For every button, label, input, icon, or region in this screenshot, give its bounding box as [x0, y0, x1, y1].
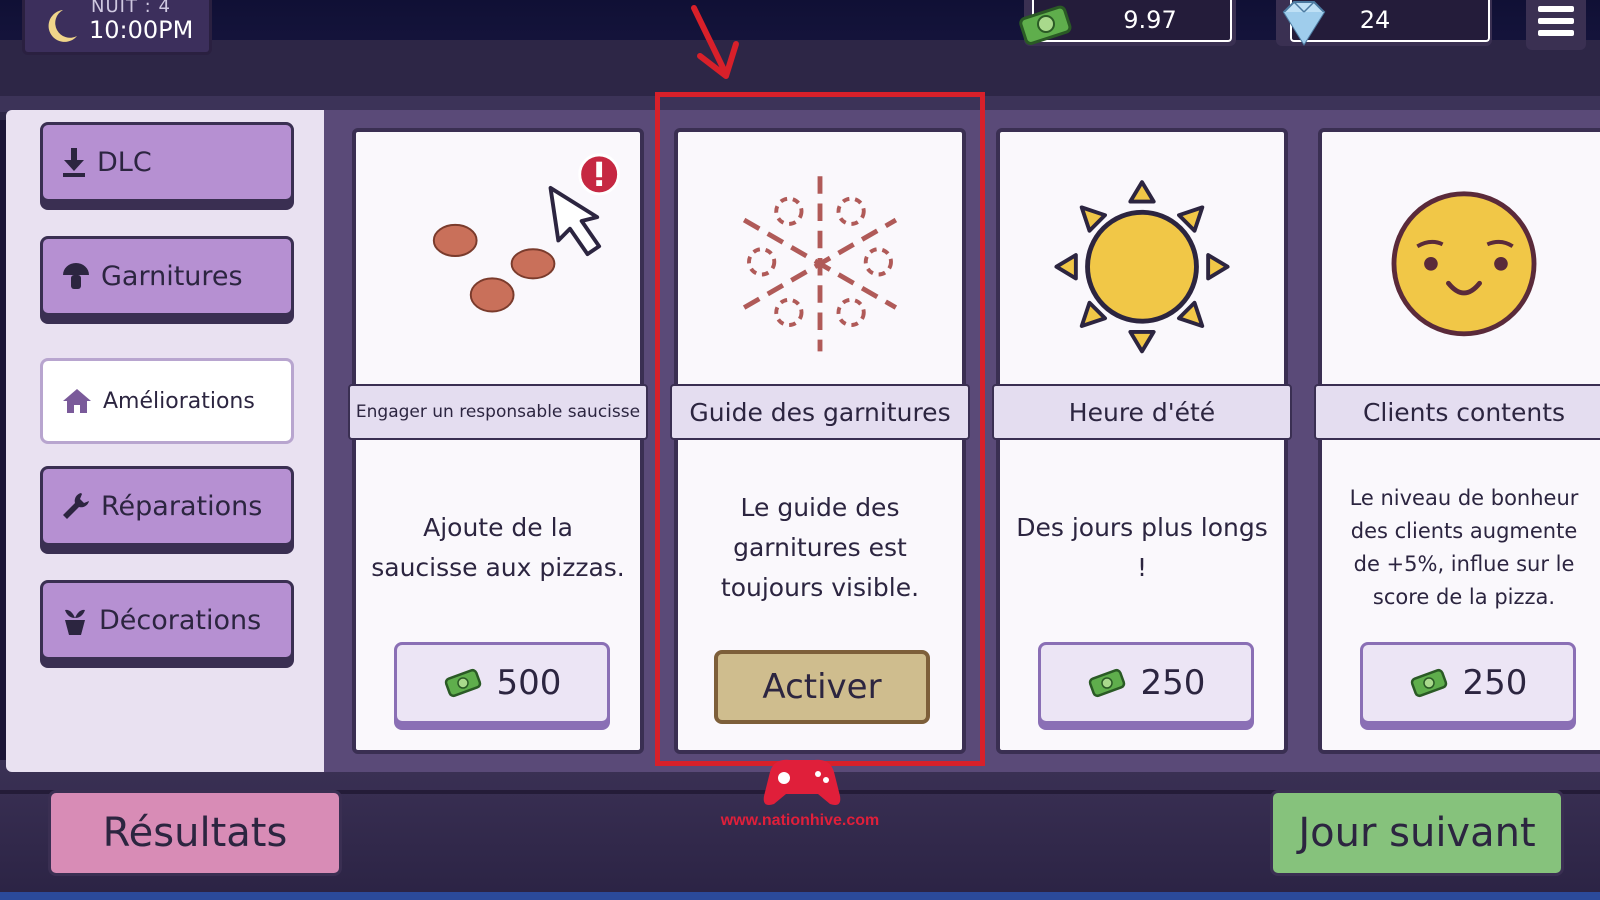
- cash-icon: [1088, 668, 1125, 698]
- cash-icon: [1019, 5, 1072, 45]
- smiley-icon: [1391, 191, 1537, 337]
- price-value: 500: [496, 663, 562, 703]
- menu-icon-bar: [1538, 18, 1574, 24]
- sidebar-item-reparations[interactable]: Réparations: [40, 466, 294, 546]
- game-scene: NUIT : 4 10:00PM 9.97 24 DLC Garnitures …: [0, 0, 1600, 900]
- card-description: Ajoute de la saucisse aux pizzas.: [371, 513, 625, 582]
- sidebar-item-dlc[interactable]: DLC: [40, 122, 294, 202]
- watermark-text: www.nationhive.com: [720, 812, 880, 829]
- upgrade-card-summer-time: Heure d'été Des jours plus longs ! 250: [992, 128, 1292, 754]
- menu-icon-bar: [1538, 30, 1574, 36]
- red-arrow-icon: [691, 5, 739, 79]
- moon-icon: [48, 10, 77, 42]
- download-icon: [63, 148, 85, 177]
- next-day-button[interactable]: Jour suivant: [1270, 790, 1564, 876]
- results-button[interactable]: Résultats: [48, 790, 342, 876]
- menu-icon: [1538, 6, 1574, 12]
- mushroom-icon: [63, 263, 89, 289]
- cash-icon: [444, 668, 481, 698]
- sidebar-item-label: Améliorations: [103, 388, 255, 414]
- wrench-icon: [63, 493, 89, 519]
- plant-icon: [65, 609, 85, 635]
- sidebar-item-ameliorations[interactable]: Améliorations: [40, 358, 294, 444]
- card-title: Engager un responsable saucisse: [348, 384, 648, 440]
- card-description: Le niveau de bonheur des clients augment…: [1349, 486, 1579, 609]
- night-time-panel: NUIT : 4 10:00PM: [22, 0, 212, 55]
- house-icon: [63, 389, 91, 413]
- sausage-cursor-icon: [432, 153, 621, 313]
- card-title: Clients contents: [1314, 384, 1600, 440]
- upgrade-card-happy-customers: Clients contents Le niveau de bonheur de…: [1314, 128, 1600, 754]
- sidebar-item-label: Réparations: [101, 490, 263, 522]
- card-title: Heure d'été: [992, 384, 1292, 440]
- buy-button[interactable]: 250: [1038, 642, 1254, 724]
- sidebar-item-label: Décorations: [99, 604, 262, 636]
- night-label: NUIT : 4: [91, 0, 171, 17]
- money-value: 9.97: [1123, 6, 1177, 34]
- sun-icon: [1054, 180, 1230, 354]
- price-value: 250: [1140, 663, 1206, 703]
- sidebar-item-garnitures[interactable]: Garnitures: [40, 236, 294, 316]
- card-description: Des jours plus longs !: [1016, 513, 1268, 582]
- price-value: 250: [1462, 663, 1528, 703]
- buy-button[interactable]: 250: [1360, 642, 1576, 724]
- upgrade-card-sausage: Engager un responsable saucisse Ajoute d…: [348, 128, 648, 754]
- highlight-box: [655, 92, 985, 766]
- menu-button[interactable]: [1526, 0, 1586, 50]
- sidebar-item-label: DLC: [97, 146, 152, 178]
- sidebar-item-label: Garnitures: [101, 260, 243, 292]
- diamond-icon: [1282, 1, 1326, 46]
- buy-button[interactable]: 500: [394, 642, 610, 724]
- clock-time: 10:00PM: [89, 16, 194, 44]
- sidebar-item-decorations[interactable]: Décorations: [40, 580, 294, 660]
- gem-value: 24: [1359, 6, 1391, 34]
- gamepad-logo-icon: [763, 759, 841, 805]
- cash-icon: [1410, 668, 1447, 698]
- bottom-stripe: [0, 892, 1600, 900]
